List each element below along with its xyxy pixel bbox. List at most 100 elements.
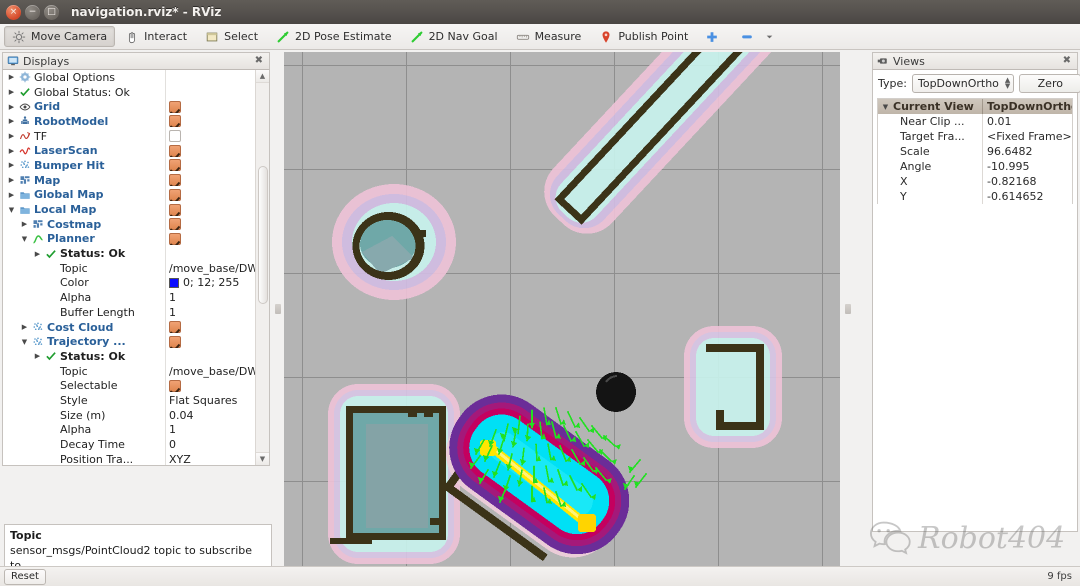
- display-enabled-checkbox[interactable]: [169, 203, 181, 216]
- expand-arrow-icon[interactable]: ▼: [7, 206, 16, 214]
- expand-arrow-icon[interactable]: ▼: [20, 338, 29, 346]
- collapse-arrow-icon[interactable]: ▼: [881, 103, 890, 111]
- collapse-arrow-icon[interactable]: ▶: [33, 250, 42, 258]
- tree-row-value-text: /move_base/DWAPla...: [169, 364, 255, 378]
- views-property-value[interactable]: -0.82168: [982, 175, 1072, 188]
- views-property-value[interactable]: 96.6482: [982, 145, 1072, 158]
- display-tree-row[interactable]: ▶ LaserScan: [3, 143, 255, 158]
- views-table-header[interactable]: ▼ Current View TopDownOrtho ...: [878, 99, 1072, 114]
- display-tree-row[interactable]: ▶Color 0; 12; 255: [3, 276, 255, 291]
- close-displays-panel-icon[interactable]: ✖: [253, 56, 265, 66]
- views-table-row[interactable]: Target Fra... <Fixed Frame>: [878, 129, 1072, 144]
- render-viewport[interactable]: [284, 52, 840, 566]
- right-splitter-handle[interactable]: [842, 52, 854, 566]
- collapse-arrow-icon[interactable]: ▶: [7, 103, 16, 111]
- color-swatch[interactable]: [169, 277, 179, 288]
- spinner-icon[interactable]: ▲ ▼: [1003, 77, 1010, 89]
- views-property-table[interactable]: ▼ Current View TopDownOrtho ... Near Cli…: [877, 98, 1073, 204]
- views-property-value[interactable]: -0.614652: [982, 190, 1072, 203]
- display-tree-row[interactable]: ▶ Global Options: [3, 70, 255, 85]
- display-tree-row[interactable]: ▶Selectable: [3, 378, 255, 393]
- display-enabled-checkbox[interactable]: [169, 232, 181, 245]
- display-tree-row[interactable]: ▶ Bumper Hit: [3, 158, 255, 173]
- display-enabled-checkbox[interactable]: [169, 130, 181, 143]
- displays-scrollbar[interactable]: ▲ ▼: [255, 70, 269, 465]
- scroll-up-icon[interactable]: ▲: [256, 70, 269, 83]
- views-table-row[interactable]: Near Clip ... 0.01: [878, 114, 1072, 129]
- display-tree-row[interactable]: ▶ Map: [3, 173, 255, 188]
- views-table-row[interactable]: Scale 96.6482: [878, 144, 1072, 159]
- display-tree-row[interactable]: ▶Style Flat Squares: [3, 393, 255, 408]
- tool-move-camera[interactable]: Move Camera: [4, 26, 116, 47]
- views-property-value[interactable]: -10.995: [982, 160, 1072, 173]
- display-tree-row[interactable]: ▶Position Tra... XYZ: [3, 452, 255, 465]
- collapse-arrow-icon[interactable]: ▶: [7, 176, 16, 184]
- collapse-arrow-icon[interactable]: ▶: [7, 88, 16, 96]
- display-tree-row[interactable]: ▶Buffer Length 1: [3, 305, 255, 320]
- display-tree-row[interactable]: ▼ Planner: [3, 232, 255, 247]
- tool-remove[interactable]: [733, 26, 780, 47]
- display-tree-row[interactable]: ▶ Global Status: Ok: [3, 85, 255, 100]
- chevron-down-icon[interactable]: [766, 30, 773, 44]
- display-enabled-checkbox[interactable]: [169, 174, 181, 187]
- display-tree-row[interactable]: ▶ Status: Ok: [3, 246, 255, 261]
- collapse-arrow-icon[interactable]: ▶: [20, 323, 29, 331]
- collapse-arrow-icon[interactable]: ▶: [7, 132, 16, 140]
- collapse-arrow-icon[interactable]: ▶: [7, 117, 16, 125]
- collapse-arrow-icon[interactable]: ▶: [20, 220, 29, 228]
- display-enabled-checkbox[interactable]: [169, 379, 181, 392]
- maximize-window-icon[interactable]: □: [44, 4, 59, 20]
- collapse-arrow-icon[interactable]: ▶: [7, 73, 16, 81]
- views-table-row[interactable]: Angle -10.995: [878, 159, 1072, 174]
- collapse-arrow-icon[interactable]: ▶: [7, 191, 16, 199]
- tool-add[interactable]: [698, 26, 731, 47]
- display-tree-row[interactable]: ▶Size (m) 0.04: [3, 408, 255, 423]
- views-table-row[interactable]: X -0.82168: [878, 174, 1072, 189]
- views-property-value[interactable]: 0.01: [982, 115, 1072, 128]
- scroll-down-icon[interactable]: ▼: [256, 452, 269, 465]
- display-tree-row[interactable]: ▶ TF: [3, 129, 255, 144]
- display-enabled-checkbox[interactable]: [169, 159, 181, 172]
- display-enabled-checkbox[interactable]: [169, 115, 181, 128]
- expand-arrow-icon[interactable]: ▼: [20, 235, 29, 243]
- display-tree-row[interactable]: ▶ Status: Ok: [3, 349, 255, 364]
- close-window-icon[interactable]: ×: [6, 4, 21, 20]
- minimize-window-icon[interactable]: −: [25, 4, 40, 20]
- reset-button[interactable]: Reset: [4, 568, 46, 585]
- display-tree-row[interactable]: ▶Alpha 1: [3, 423, 255, 438]
- scrollbar-thumb[interactable]: [258, 166, 268, 304]
- tool-select[interactable]: Select: [197, 26, 266, 47]
- display-tree-row[interactable]: ▶Decay Time 0: [3, 437, 255, 452]
- left-splitter-handle[interactable]: [272, 52, 284, 566]
- display-enabled-checkbox[interactable]: [169, 100, 181, 113]
- collapse-arrow-icon[interactable]: ▶: [7, 161, 16, 169]
- display-enabled-checkbox[interactable]: [169, 144, 181, 157]
- collapse-arrow-icon[interactable]: ▶: [33, 352, 42, 360]
- display-tree-row[interactable]: ▶ Cost Cloud: [3, 320, 255, 335]
- display-enabled-checkbox[interactable]: [169, 218, 181, 231]
- tool-measure[interactable]: Measure: [508, 26, 590, 47]
- display-tree-row[interactable]: ▶ Costmap: [3, 217, 255, 232]
- views-table-row[interactable]: Y -0.614652: [878, 189, 1072, 204]
- tool-2d-nav-goal[interactable]: 2D Nav Goal: [402, 26, 506, 47]
- display-tree-row[interactable]: ▼ Local Map: [3, 202, 255, 217]
- display-tree-row[interactable]: ▶ RobotModel: [3, 114, 255, 129]
- tool-interact[interactable]: Interact: [117, 26, 195, 47]
- display-enabled-checkbox[interactable]: [169, 188, 181, 201]
- display-tree-row[interactable]: ▶Alpha 1: [3, 290, 255, 305]
- displays-tree[interactable]: ▶ Global Options ▶ Global Status: Ok ▶ Grid ▶ R…: [2, 70, 270, 466]
- display-enabled-checkbox[interactable]: [169, 335, 181, 348]
- display-tree-row[interactable]: ▶ Global Map: [3, 188, 255, 203]
- display-tree-row[interactable]: ▶Topic/move_base/DWAPla...: [3, 364, 255, 379]
- close-views-panel-icon[interactable]: ✖: [1061, 56, 1073, 66]
- tool-publish-point[interactable]: Publish Point: [591, 26, 696, 47]
- collapse-arrow-icon[interactable]: ▶: [7, 147, 16, 155]
- display-enabled-checkbox[interactable]: [169, 321, 181, 334]
- view-type-combobox[interactable]: TopDownOrtho ▲ ▼: [911, 74, 1015, 93]
- display-tree-row[interactable]: ▶Topic/move_base/DWAPla...: [3, 261, 255, 276]
- display-tree-row[interactable]: ▼ Trajectory ...: [3, 334, 255, 349]
- views-property-value[interactable]: <Fixed Frame>: [982, 130, 1072, 143]
- display-tree-row[interactable]: ▶ Grid: [3, 99, 255, 114]
- tool-2d-pose-estimate[interactable]: 2D Pose Estimate: [268, 26, 400, 47]
- zero-button[interactable]: Zero: [1019, 74, 1080, 93]
